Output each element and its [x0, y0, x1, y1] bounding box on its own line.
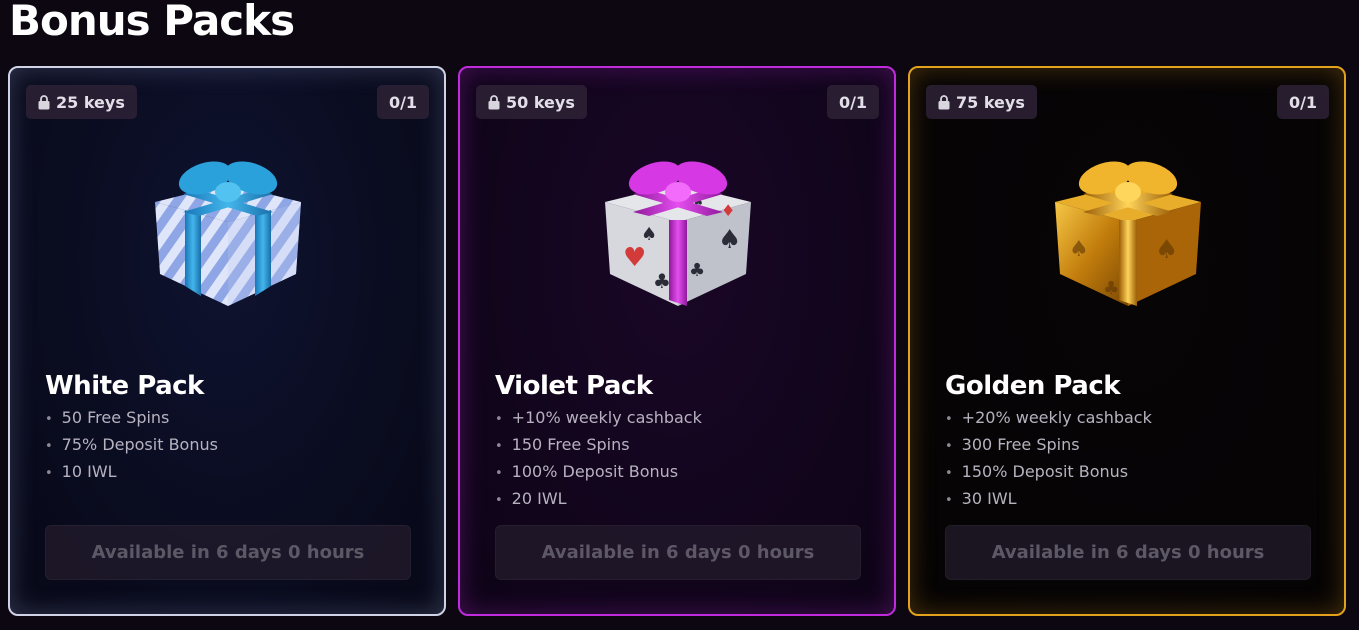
lock-icon: [38, 94, 50, 109]
pack-name: Golden Pack: [945, 371, 1121, 401]
perks-list: +20% weekly cashback 300 Free Spins 150%…: [945, 405, 1152, 513]
perk-item: 30 IWL: [945, 486, 1152, 513]
perks-list: +10% weekly cashback 150 Free Spins 100%…: [495, 405, 702, 513]
violet-pack-card: 50 keys 0/1 ♥ ♠ ♣ ♠ ♣ ♦ ♠ Violet Pack • …: [458, 66, 896, 616]
availability-button[interactable]: Available in 6 days 0 hours: [945, 525, 1311, 580]
perk-item: 20 IWL: [495, 486, 702, 513]
svg-text:♣: ♣: [653, 269, 671, 293]
golden-pack-card: 75 keys 0/1 ♠ ♠ ♣ Golden Pack • +20% wee…: [908, 66, 1346, 616]
keys-badge: 25 keys: [26, 85, 137, 119]
perk-item: 300 Free Spins: [945, 432, 1152, 459]
bonus-packs-page: Bonus Packs 25 keys 0/1 White Pack • 50 …: [0, 0, 1359, 630]
perk-item: 100% Deposit Bonus: [495, 459, 702, 486]
gift-icon: ♠ ♠ ♣: [1055, 161, 1201, 306]
pack-name: Violet Pack: [495, 371, 653, 401]
claim-count-badge: 0/1: [827, 85, 879, 119]
svg-text:♣: ♣: [1103, 278, 1119, 299]
keys-badge: 50 keys: [476, 85, 587, 119]
keys-label: 75 keys: [956, 92, 1025, 112]
perk-item: +20% weekly cashback: [945, 405, 1152, 432]
svg-text:♠: ♠: [718, 225, 741, 255]
perk-item: 150 Free Spins: [495, 432, 702, 459]
perk-item: 150% Deposit Bonus: [945, 459, 1152, 486]
svg-text:♠: ♠: [1155, 235, 1178, 265]
lock-icon: [938, 94, 950, 109]
perk-item: 10 IWL: [45, 459, 218, 486]
lock-icon: [488, 94, 500, 109]
perk-item: +10% weekly cashback: [495, 405, 702, 432]
svg-text:♦: ♦: [721, 201, 735, 220]
claim-count-badge: 0/1: [377, 85, 429, 119]
keys-label: 50 keys: [506, 92, 575, 112]
pack-name: White Pack: [45, 371, 204, 401]
gift-icon: [155, 161, 301, 306]
perks-list: 50 Free Spins 75% Deposit Bonus 10 IWL: [45, 405, 218, 486]
availability-button[interactable]: Available in 6 days 0 hours: [45, 525, 411, 580]
availability-button[interactable]: Available in 6 days 0 hours: [495, 525, 861, 580]
page-title: Bonus Packs: [9, 0, 295, 45]
svg-text:♣: ♣: [689, 260, 705, 281]
perk-item: 75% Deposit Bonus: [45, 432, 218, 459]
gift-icon: ♥ ♠ ♣ ♠ ♣ ♦ ♠: [605, 161, 751, 306]
svg-text:♠: ♠: [1069, 237, 1089, 262]
svg-text:♥: ♥: [623, 243, 646, 273]
claim-count-badge: 0/1: [1277, 85, 1329, 119]
white-pack-card: 25 keys 0/1 White Pack • 50 Free Spins •…: [8, 66, 446, 616]
keys-badge: 75 keys: [926, 85, 1037, 119]
keys-label: 25 keys: [56, 92, 125, 112]
perk-item: 50 Free Spins: [45, 405, 218, 432]
svg-text:♠: ♠: [641, 224, 657, 245]
